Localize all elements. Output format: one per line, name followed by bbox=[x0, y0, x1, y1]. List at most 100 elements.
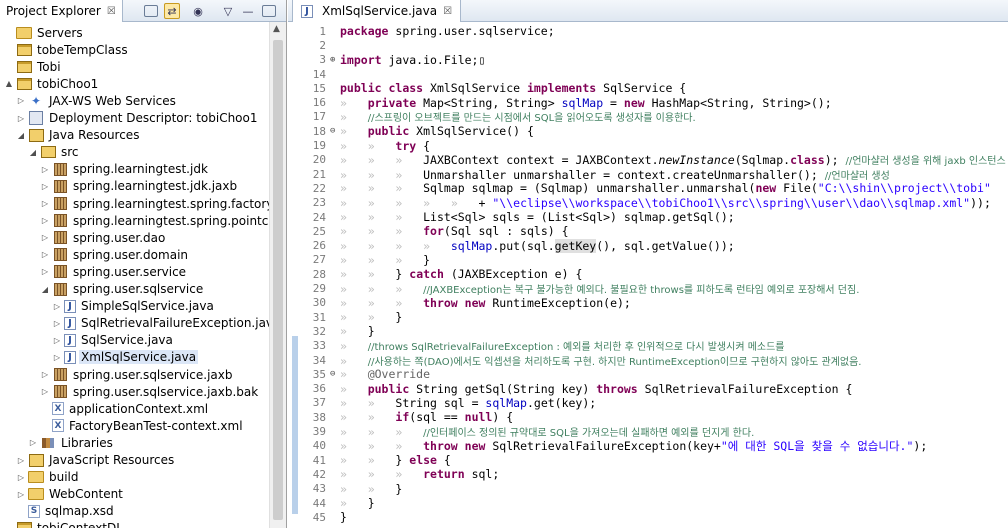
expand-toggle-icon[interactable]: ▷ bbox=[52, 352, 62, 362]
expand-toggle-icon[interactable]: ▷ bbox=[52, 301, 62, 311]
tree-item[interactable]: ▷ Libraries bbox=[28, 434, 115, 451]
close-icon[interactable]: ☒ bbox=[443, 6, 452, 17]
tree-item[interactable]: ▷ spring.learningtest.jdk bbox=[40, 161, 210, 178]
maximize-icon[interactable] bbox=[262, 5, 276, 17]
expand-toggle-icon[interactable]: ▷ bbox=[40, 199, 50, 209]
tree-item[interactable]: ▷ spring.user.sqlservice.jaxb.bak bbox=[40, 383, 260, 400]
code-line[interactable]: 21 » » » Unmarshaller unmarshaller = cont… bbox=[298, 167, 890, 182]
fold-toggle-icon[interactable]: ⊖ bbox=[330, 126, 340, 136]
code-line[interactable]: 28 » » } catch (JAXBException e) { bbox=[298, 267, 583, 281]
tree-item[interactable]: ▷ build bbox=[16, 469, 81, 486]
tree-item[interactable]: X FactoryBeanTest-context.xml bbox=[40, 417, 245, 434]
tree-item[interactable]: ▷ spring.user.dao bbox=[40, 229, 167, 246]
tree-item[interactable]: Ssqlmap.xsd bbox=[16, 503, 116, 520]
tree-item[interactable]: ◢ src bbox=[28, 144, 81, 161]
expand-toggle-icon[interactable]: ▷ bbox=[16, 489, 26, 499]
expand-toggle-icon[interactable]: ▷ bbox=[40, 216, 50, 226]
tree-item[interactable]: ▷ J XmlSqlService.java bbox=[52, 349, 199, 366]
expand-toggle-icon[interactable]: ▷ bbox=[52, 335, 62, 345]
expand-toggle-icon[interactable]: ▲ bbox=[4, 79, 14, 89]
tree-item[interactable]: ▷ J SimpleSqlService.java bbox=[52, 298, 216, 315]
code-line[interactable]: 40 » » » throw new SqlRetrievalFailureExc… bbox=[298, 439, 928, 453]
minimize-icon[interactable]: — bbox=[240, 3, 256, 19]
editor-tab-xmlsqlservice[interactable]: J XmlSqlService.java ☒ bbox=[292, 0, 462, 22]
code-line[interactable]: 41 » » } else { bbox=[298, 453, 451, 467]
code-line[interactable]: 29 » » » //JAXBException는 복구 불가능한 예외다. 불필… bbox=[298, 281, 860, 296]
expand-toggle-icon[interactable]: ▷ bbox=[16, 113, 26, 123]
code-line[interactable]: 25 » » » for(Sql sql : sqls) { bbox=[298, 224, 569, 238]
tree-item[interactable]: XapplicationContext.xml bbox=[40, 400, 210, 417]
code-line[interactable]: 16 » private Map<String, String> sqlMap =… bbox=[298, 96, 832, 110]
link-with-editor-icon[interactable]: ⇄ bbox=[164, 3, 180, 19]
code-line[interactable]: 31 » » } bbox=[298, 310, 403, 324]
code-line[interactable]: 43 » » } bbox=[298, 482, 403, 496]
expand-toggle-icon[interactable]: ▷ bbox=[40, 250, 50, 260]
code-line[interactable]: 18 ⊖» public XmlSqlService() { bbox=[298, 124, 534, 138]
code-line[interactable]: 37 » » String sql = sqlMap.get(key); bbox=[298, 396, 596, 410]
tree-item[interactable]: ▷ J SqlService.java bbox=[52, 332, 175, 349]
explorer-scrollbar[interactable]: ▲ bbox=[269, 22, 286, 528]
code-line[interactable]: 26 » » » » sqlMap.put(sql.getKey(), sql.g… bbox=[298, 238, 735, 253]
code-line[interactable]: 44 » } bbox=[298, 496, 375, 510]
code-line[interactable]: 15 public class XmlSqlService implements … bbox=[298, 81, 686, 95]
expand-toggle-icon[interactable]: ▷ bbox=[16, 96, 26, 106]
tree-item[interactable]: Servers bbox=[4, 24, 85, 41]
code-line[interactable]: 38 » » if(sql == null) { bbox=[298, 410, 513, 424]
code-line[interactable]: 32 » } bbox=[298, 324, 375, 338]
code-line[interactable]: 2 bbox=[298, 38, 340, 52]
code-line[interactable]: 22 » » » Sqlmap sqlmap = (Sqlmap) unmarsh… bbox=[298, 181, 991, 195]
tree-item[interactable]: ▷ spring.user.domain bbox=[40, 246, 190, 263]
tree-item[interactable]: ▷ spring.learningtest.spring.factorybean bbox=[40, 195, 270, 212]
tree-item[interactable]: ▷ JAX-WS Web Services bbox=[16, 92, 178, 109]
tree-item[interactable]: ▷ spring.user.sqlservice.jaxb bbox=[40, 366, 234, 383]
close-icon[interactable]: ☒ bbox=[107, 6, 116, 17]
fold-toggle-icon[interactable]: ⊖ bbox=[330, 369, 340, 379]
code-line[interactable]: 35 ⊖» @Override bbox=[298, 367, 430, 381]
tree-item[interactable]: ▷ Deployment Descriptor: tobiChoo1 bbox=[16, 110, 260, 127]
expand-toggle-icon[interactable]: ◢ bbox=[16, 130, 26, 140]
tree-item[interactable]: ▷ J SqlRetrievalFailureException.java bbox=[52, 315, 270, 332]
expand-toggle-icon[interactable]: ▷ bbox=[40, 164, 50, 174]
expand-toggle-icon[interactable]: ▷ bbox=[52, 318, 62, 328]
scroll-up-icon[interactable]: ▲ bbox=[273, 24, 280, 34]
code-line[interactable]: 14 bbox=[298, 67, 340, 81]
tree-item[interactable]: ▷ WebContent bbox=[16, 486, 125, 503]
code-line[interactable]: 19 » » try { bbox=[298, 138, 430, 153]
code-line[interactable]: 23 » » » » » + "\\eclipse\\workspace\\tob… bbox=[298, 196, 991, 210]
code-line[interactable]: 34 » //사용하는 쪽(DAO)에서도 익셉션을 처리하도록 구현. 하지만 … bbox=[298, 353, 862, 368]
view-menu-icon[interactable]: ▽ bbox=[220, 3, 236, 19]
expand-toggle-icon[interactable]: ▷ bbox=[40, 233, 50, 243]
collapse-all-icon[interactable] bbox=[144, 5, 158, 17]
expand-toggle-icon[interactable]: ▷ bbox=[28, 438, 38, 448]
tree-item[interactable]: ▷ spring.learningtest.spring.pointcut bbox=[40, 212, 270, 229]
code-line[interactable]: 33 » //throws SqlRetrievalFailureExceptio… bbox=[298, 339, 785, 353]
expand-toggle-icon[interactable]: ◢ bbox=[28, 147, 38, 157]
tree-item[interactable]: ▷ spring.user.service bbox=[40, 263, 188, 280]
tree-item[interactable]: ◢ Java Resources bbox=[16, 127, 141, 144]
code-line[interactable]: 20 » » » JAXBContext context = JAXBContex… bbox=[298, 153, 1008, 167]
expand-toggle-icon[interactable]: ▷ bbox=[40, 387, 50, 397]
tree-item[interactable]: tobiContextDI bbox=[4, 520, 122, 528]
code-line[interactable]: 3 ⊕ import java.io.File;▯ bbox=[298, 53, 485, 67]
project-explorer-tab[interactable]: Project Explorer ☒ bbox=[0, 0, 123, 22]
code-line[interactable]: 17 » //스프링이 오브젝트를 만드는 시점에서 SQL을 읽어오도록 생성자… bbox=[298, 110, 696, 124]
code-line[interactable]: 45} bbox=[298, 510, 347, 524]
tree-item[interactable]: ◢ spring.user.sqlservice bbox=[40, 281, 205, 298]
expand-toggle-icon[interactable]: ▷ bbox=[40, 370, 50, 380]
expand-toggle-icon[interactable]: ▷ bbox=[16, 472, 26, 482]
focus-icon[interactable]: ◉ bbox=[190, 3, 206, 19]
code-line[interactable]: 24 » » » List<Sql> sqls = (List<Sql>) sql… bbox=[298, 210, 735, 224]
expand-toggle-icon[interactable]: ▷ bbox=[40, 267, 50, 277]
expand-toggle-icon[interactable]: ◢ bbox=[40, 284, 50, 294]
scrollbar-thumb[interactable] bbox=[273, 40, 283, 520]
code-line[interactable]: 39 » » » //인터페이스 정의된 규약대로 SQL을 가져오는데 실패하면… bbox=[298, 424, 755, 439]
code-line[interactable]: 30 » » » throw new RuntimeException(e); bbox=[298, 296, 631, 310]
code-line[interactable]: 27 » » » } bbox=[298, 253, 430, 267]
tree-item[interactable]: ▲ tobiChoo1 bbox=[4, 75, 100, 92]
fold-toggle-icon[interactable]: ⊕ bbox=[330, 55, 340, 65]
tree-item[interactable]: Tobi bbox=[4, 58, 63, 75]
tree-item[interactable]: tobeTempClass bbox=[4, 41, 130, 58]
code-line[interactable]: 36 » public String getSql(String key) thr… bbox=[298, 382, 853, 396]
code-line[interactable]: 42 » » » return sql; bbox=[298, 467, 500, 481]
expand-toggle-icon[interactable]: ▷ bbox=[40, 181, 50, 191]
